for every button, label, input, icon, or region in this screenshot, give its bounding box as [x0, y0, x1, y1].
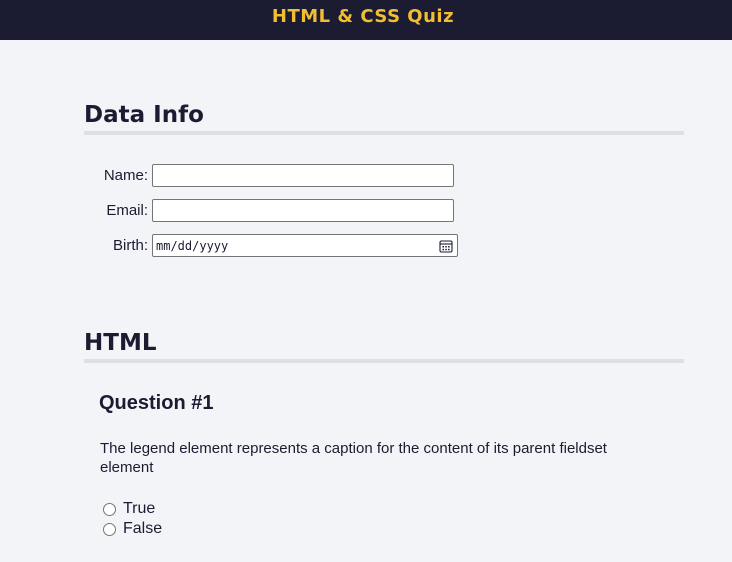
option-false-label[interactable]: False: [123, 520, 162, 538]
calendar-icon[interactable]: [439, 239, 453, 253]
birth-date-placeholder: mm/dd/yyyy: [156, 238, 229, 253]
section-heading-data-info: Data Info: [84, 101, 684, 135]
option-true[interactable]: True: [103, 499, 155, 519]
option-false[interactable]: False: [103, 519, 162, 539]
radio-false[interactable]: [103, 522, 116, 536]
radio-true[interactable]: [103, 502, 116, 516]
birth-date-input[interactable]: mm/dd/yyyy: [152, 234, 458, 257]
email-input[interactable]: [152, 199, 454, 222]
name-input[interactable]: [152, 164, 454, 187]
page-header: HTML & CSS Quiz: [0, 0, 732, 40]
question-text: The legend element represents a caption …: [100, 440, 607, 476]
option-true-label[interactable]: True: [123, 500, 155, 518]
page-title: HTML & CSS Quiz: [271, 6, 455, 27]
section-heading-html: HTML: [84, 329, 684, 363]
name-label: Name:: [103, 167, 148, 184]
birth-label: Birth:: [112, 237, 148, 254]
birth-row: Birth: mm/dd/yyyy: [84, 233, 458, 258]
question-title: Question #1: [99, 392, 214, 414]
name-row: Name:: [84, 163, 454, 188]
email-row: Email:: [84, 198, 454, 223]
email-label: Email:: [106, 202, 148, 219]
